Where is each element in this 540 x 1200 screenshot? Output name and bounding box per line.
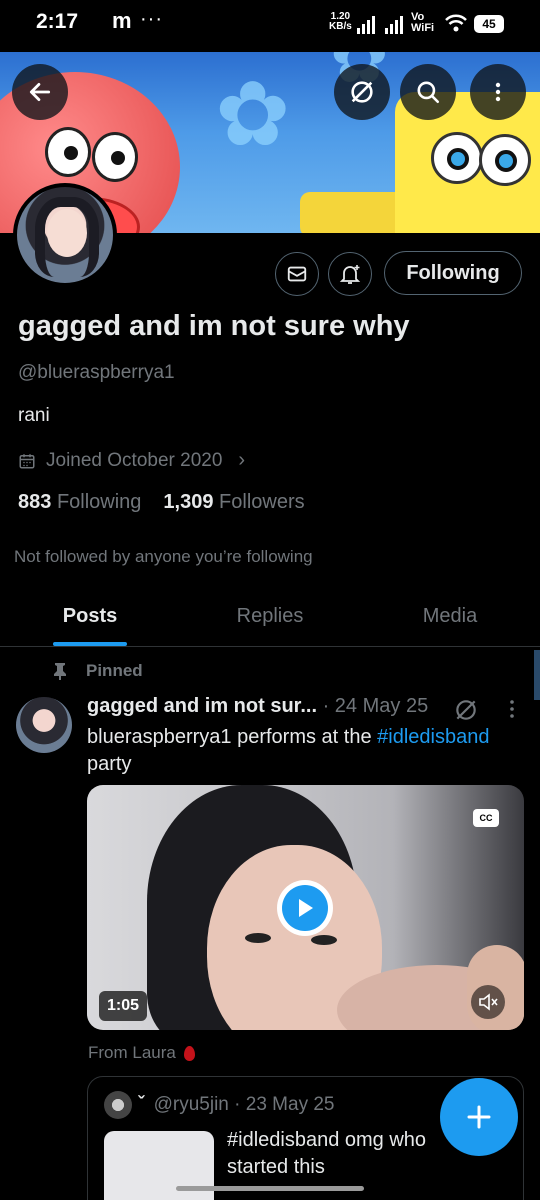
network-speed-unit: KB/s bbox=[329, 21, 352, 32]
grok-icon bbox=[351, 81, 373, 103]
avatar-face bbox=[47, 209, 87, 257]
vowifi-indicator: Vo WiFi bbox=[411, 12, 434, 34]
joined-text: Joined October 2020 bbox=[46, 449, 223, 471]
video-source-text: From Laura bbox=[88, 1043, 176, 1062]
pinned-label: Pinned bbox=[52, 661, 143, 681]
user-handle: @blueraspberrya1 bbox=[18, 362, 175, 383]
display-name: gagged and im not sure why bbox=[18, 310, 410, 342]
post-author-name[interactable]: gagged and im not sur... bbox=[87, 695, 317, 717]
profile-tabs: Posts Replies Media bbox=[0, 585, 540, 647]
network-speed: 1.20 KB/s bbox=[329, 12, 352, 32]
profile-bio: rani bbox=[18, 405, 50, 426]
tab-label: Replies bbox=[236, 605, 304, 627]
search-icon bbox=[417, 81, 440, 104]
not-followed-notice: Not followed by anyone you’re following bbox=[14, 547, 313, 566]
play-button[interactable] bbox=[277, 880, 333, 936]
following-button[interactable]: Following bbox=[384, 251, 522, 295]
scrollbar[interactable] bbox=[534, 650, 540, 700]
follow-stats: 883 Following 1,309 Followers bbox=[18, 491, 305, 514]
bell-plus-icon bbox=[339, 265, 361, 284]
quoted-author-handle: @ryu5jin bbox=[153, 1094, 229, 1115]
status-notification-m: m bbox=[112, 8, 132, 33]
play-icon bbox=[282, 885, 328, 931]
drop-emoji-icon bbox=[183, 1045, 195, 1061]
character-eye bbox=[92, 132, 138, 182]
vowifi-wifi: WiFi bbox=[411, 22, 435, 34]
following-stat[interactable]: 883 Following bbox=[18, 491, 141, 514]
notifications-button[interactable] bbox=[328, 252, 372, 296]
hashtag-link[interactable]: #idledisband bbox=[377, 726, 489, 748]
chevron-right-icon: › bbox=[238, 449, 246, 471]
quoted-post-text: #idledisband omg who started this bbox=[227, 1129, 427, 1178]
banner-object bbox=[300, 192, 410, 233]
calendar-icon bbox=[19, 453, 35, 468]
character-eye bbox=[431, 132, 483, 184]
search-button[interactable] bbox=[400, 64, 456, 120]
grok-button[interactable] bbox=[334, 64, 390, 120]
following-label: Following bbox=[56, 491, 142, 513]
mute-button[interactable] bbox=[471, 985, 505, 1019]
video-source[interactable]: From Laura bbox=[88, 1043, 195, 1063]
home-indicator[interactable] bbox=[176, 1186, 364, 1191]
post-text: blueraspberrya1 performs at the #idledis… bbox=[87, 724, 527, 778]
post-date[interactable]: · 24 May 25 bbox=[323, 695, 429, 717]
following-count: 883 bbox=[18, 491, 52, 513]
profile-avatar[interactable] bbox=[13, 183, 117, 287]
grok-icon[interactable] bbox=[453, 697, 479, 723]
arrow-left-icon bbox=[29, 83, 51, 101]
followers-count: 1,309 bbox=[163, 491, 214, 513]
video-duration: 1:05 bbox=[99, 991, 148, 1021]
post-text-body: blueraspberrya1 performs at the bbox=[87, 726, 378, 748]
more-options-button[interactable] bbox=[470, 64, 526, 120]
post-header: gagged and im not sur... · 24 May 25 bbox=[87, 695, 428, 718]
captions-badge[interactable]: CC bbox=[473, 809, 499, 827]
tab-replies[interactable]: Replies bbox=[180, 585, 360, 646]
post-author-avatar[interactable] bbox=[16, 697, 72, 753]
signal-icon-2 bbox=[385, 16, 403, 34]
compose-button[interactable] bbox=[440, 1078, 518, 1156]
pinned-text: Pinned bbox=[86, 661, 143, 680]
quoted-post-header: ˇ @ryu5jin · 23 May 25 bbox=[138, 1094, 334, 1116]
speaker-muted-icon bbox=[479, 993, 498, 1011]
video-subject-eye bbox=[245, 933, 271, 943]
more-vertical-icon[interactable] bbox=[502, 698, 522, 720]
post-text-end: party bbox=[87, 753, 132, 775]
quoted-author-avatar bbox=[104, 1091, 132, 1119]
tab-posts[interactable]: Posts bbox=[0, 585, 180, 646]
more-vertical-icon bbox=[495, 82, 501, 102]
envelope-icon bbox=[287, 266, 307, 282]
quoted-author-name: ˇ bbox=[138, 1094, 145, 1115]
status-more-dots: ··· bbox=[140, 8, 163, 30]
plus-icon bbox=[467, 1105, 491, 1129]
video-subject-eye bbox=[311, 935, 337, 945]
wifi-icon bbox=[445, 14, 467, 32]
status-bar: 2:17 m ··· 1.20 KB/s Vo WiFi 45 bbox=[0, 0, 540, 52]
signal-icon bbox=[357, 16, 375, 34]
message-button[interactable] bbox=[275, 252, 319, 296]
character-eye bbox=[45, 127, 91, 177]
joined-date[interactable]: Joined October 2020 › bbox=[18, 449, 245, 472]
followers-label: Followers bbox=[219, 491, 305, 513]
post-video[interactable]: CC 1:05 bbox=[87, 785, 524, 1030]
battery-indicator: 45 bbox=[474, 15, 504, 33]
flower-decoration: ✿ bbox=[215, 65, 291, 165]
quoted-post-date: · 23 May 25 bbox=[234, 1094, 335, 1115]
tab-label: Posts bbox=[62, 605, 118, 627]
tab-media[interactable]: Media bbox=[360, 585, 540, 646]
followers-stat[interactable]: 1,309 Followers bbox=[163, 491, 304, 514]
tab-label: Media bbox=[422, 605, 478, 627]
back-button[interactable] bbox=[12, 64, 68, 120]
status-time: 2:17 bbox=[36, 10, 79, 33]
character-eye bbox=[479, 134, 531, 186]
active-tab-indicator bbox=[53, 642, 127, 646]
pin-icon bbox=[54, 663, 66, 680]
